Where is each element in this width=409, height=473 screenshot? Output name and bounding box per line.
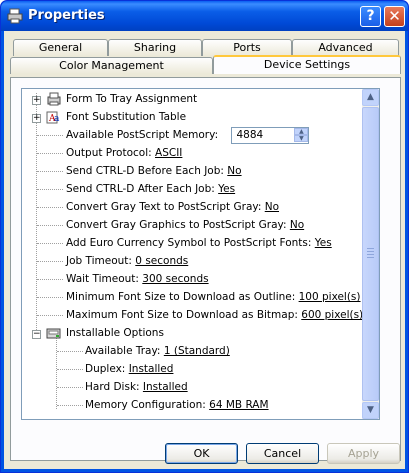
setting-label: Convert Gray Text to PostScript Gray: [66,201,262,213]
tree-connector [57,351,83,352]
grip-line [367,257,374,258]
tree-item-gray-text[interactable]: Convert Gray Text to PostScript Gray: No [66,198,279,216]
grip-line [367,248,374,249]
installable-options-icon [46,328,61,339]
tree-item-ctrl-d-after[interactable]: Send CTRL-D After Each Job: Yes [66,180,235,198]
tree-item-job-timeout[interactable]: Job Timeout: 0 seconds [66,252,188,270]
option-label: Hard Disk: [85,381,140,393]
tree-item-duplex[interactable]: Duplex: Installed [85,360,173,378]
window-title: Properties [28,8,105,23]
svg-text:a: a [54,114,60,124]
tree-item-ctrl-d-before[interactable]: Send CTRL-D Before Each Job: No [66,162,242,180]
tree-connector [57,387,83,388]
expand-icon[interactable]: + [32,114,41,123]
setting-value[interactable]: No [227,165,241,177]
tree-guide-line [56,337,57,409]
spin-down-icon[interactable]: ▼ [294,134,309,142]
postscript-memory-spinner[interactable]: 4884 ▲ ▼ [231,126,310,144]
setting-label: Available PostScript Memory: [66,129,219,141]
tree-connector [57,405,83,406]
collapse-icon[interactable]: − [32,330,41,339]
close-button[interactable]: ✕ [384,6,405,27]
tree-connector [37,153,63,154]
tree-connector [37,189,63,190]
tab-advanced[interactable]: Advanced [292,39,399,56]
tab-sharing[interactable]: Sharing [108,39,202,56]
setting-label: Send CTRL-D After Each Job: [66,183,215,195]
grip-line [367,254,374,255]
setting-value[interactable]: Yes [218,183,235,195]
tab-device-settings[interactable]: Device Settings [213,55,401,74]
setting-label: Job Timeout: [66,255,132,267]
option-value[interactable]: Installed [129,363,174,375]
setting-value[interactable]: Yes [315,237,332,249]
tree-connector [37,225,63,226]
setting-value[interactable]: 600 pixel(s) [301,309,363,321]
tree-item-hard-disk[interactable]: Hard Disk: Installed [85,378,188,396]
setting-label: Send CTRL-D Before Each Job: [66,165,224,177]
printer-tray-icon [47,92,61,106]
option-value[interactable]: 1 (Standard) [164,345,230,357]
apply-button[interactable]: Apply [327,443,400,464]
option-value[interactable]: Installed [143,381,188,393]
tree-item-postscript-memory[interactable]: Available PostScript Memory: 4884 ▲ ▼ [66,126,310,144]
cancel-button[interactable]: Cancel [246,443,319,464]
device-settings-tree[interactable]: + Form To Tray Assignment + A a Font Sub… [21,88,380,420]
scrollbar-thumb[interactable] [362,107,379,401]
tree-connector [37,315,63,316]
setting-value[interactable]: No [265,201,279,213]
option-value[interactable]: 64 MB RAM [209,399,268,411]
font-icon: A a [46,111,60,124]
spinner-value[interactable]: 4884 [236,128,263,143]
option-label: Memory Configuration: [85,399,206,411]
setting-value[interactable]: 300 seconds [142,273,208,285]
tree-connector [37,279,63,280]
tab-color-management[interactable]: Color Management [10,57,213,74]
scroll-up-icon[interactable]: ▲ [362,89,379,106]
expand-icon[interactable]: + [32,96,41,105]
tree-item-form-to-tray[interactable]: Form To Tray Assignment [66,90,197,108]
tree-item-max-font-bitmap[interactable]: Maximum Font Size to Download as Bitmap:… [66,306,363,324]
tree-item-available-tray[interactable]: Available Tray: 1 (Standard) [85,342,230,360]
grip-line [367,251,374,252]
tree-connector [37,171,63,172]
setting-value[interactable]: 100 pixel(s) [299,291,361,303]
tree-item-min-font-outline[interactable]: Minimum Font Size to Download as Outline… [66,288,361,306]
tree-connector [37,207,63,208]
tree-item-wait-timeout[interactable]: Wait Timeout: 300 seconds [66,270,209,288]
setting-label: Maximum Font Size to Download as Bitmap: [66,309,298,321]
tree-item-euro-symbol[interactable]: Add Euro Currency Symbol to PostScript F… [66,234,332,252]
spin-up-icon[interactable]: ▲ [294,127,309,135]
setting-label: Convert Gray Graphics to PostScript Gray… [66,219,287,231]
tree-connector [37,243,63,244]
tree-connector [37,135,63,136]
setting-value[interactable]: 0 seconds [135,255,188,267]
tab-general[interactable]: General [13,39,108,56]
tree-connector [37,261,63,262]
tree-item-installable-options[interactable]: Installable Options [66,324,164,342]
printer-icon [7,8,23,24]
setting-label: Minimum Font Size to Download as Outline… [66,291,296,303]
tree-item-font-substitution[interactable]: Font Substitution Table [66,108,186,126]
setting-label: Add Euro Currency Symbol to PostScript F… [66,237,312,249]
tab-ports[interactable]: Ports [202,39,292,56]
vertical-scrollbar[interactable]: ▲ ▼ [362,89,379,419]
title-bar[interactable]: Properties ? ✕ [1,1,408,31]
tree-connector [57,369,83,370]
option-label: Available Tray: [85,345,161,357]
setting-label: Wait Timeout: [66,273,139,285]
option-label: Duplex: [85,363,126,375]
tree-item-gray-graphics[interactable]: Convert Gray Graphics to PostScript Gray… [66,216,304,234]
tree-item-memory-configuration[interactable]: Memory Configuration: 64 MB RAM [85,396,269,414]
setting-label: Output Protocol: [66,147,152,159]
scroll-down-icon[interactable]: ▼ [362,402,379,419]
tree-connector [37,297,63,298]
setting-value[interactable]: No [290,219,304,231]
help-button[interactable]: ? [360,6,381,27]
tree-item-output-protocol[interactable]: Output Protocol: ASCII [66,144,182,162]
ok-button[interactable]: OK [165,443,238,464]
properties-window: Properties ? ✕ General Sharing Ports Adv… [0,0,409,473]
setting-value[interactable]: ASCII [155,147,182,159]
